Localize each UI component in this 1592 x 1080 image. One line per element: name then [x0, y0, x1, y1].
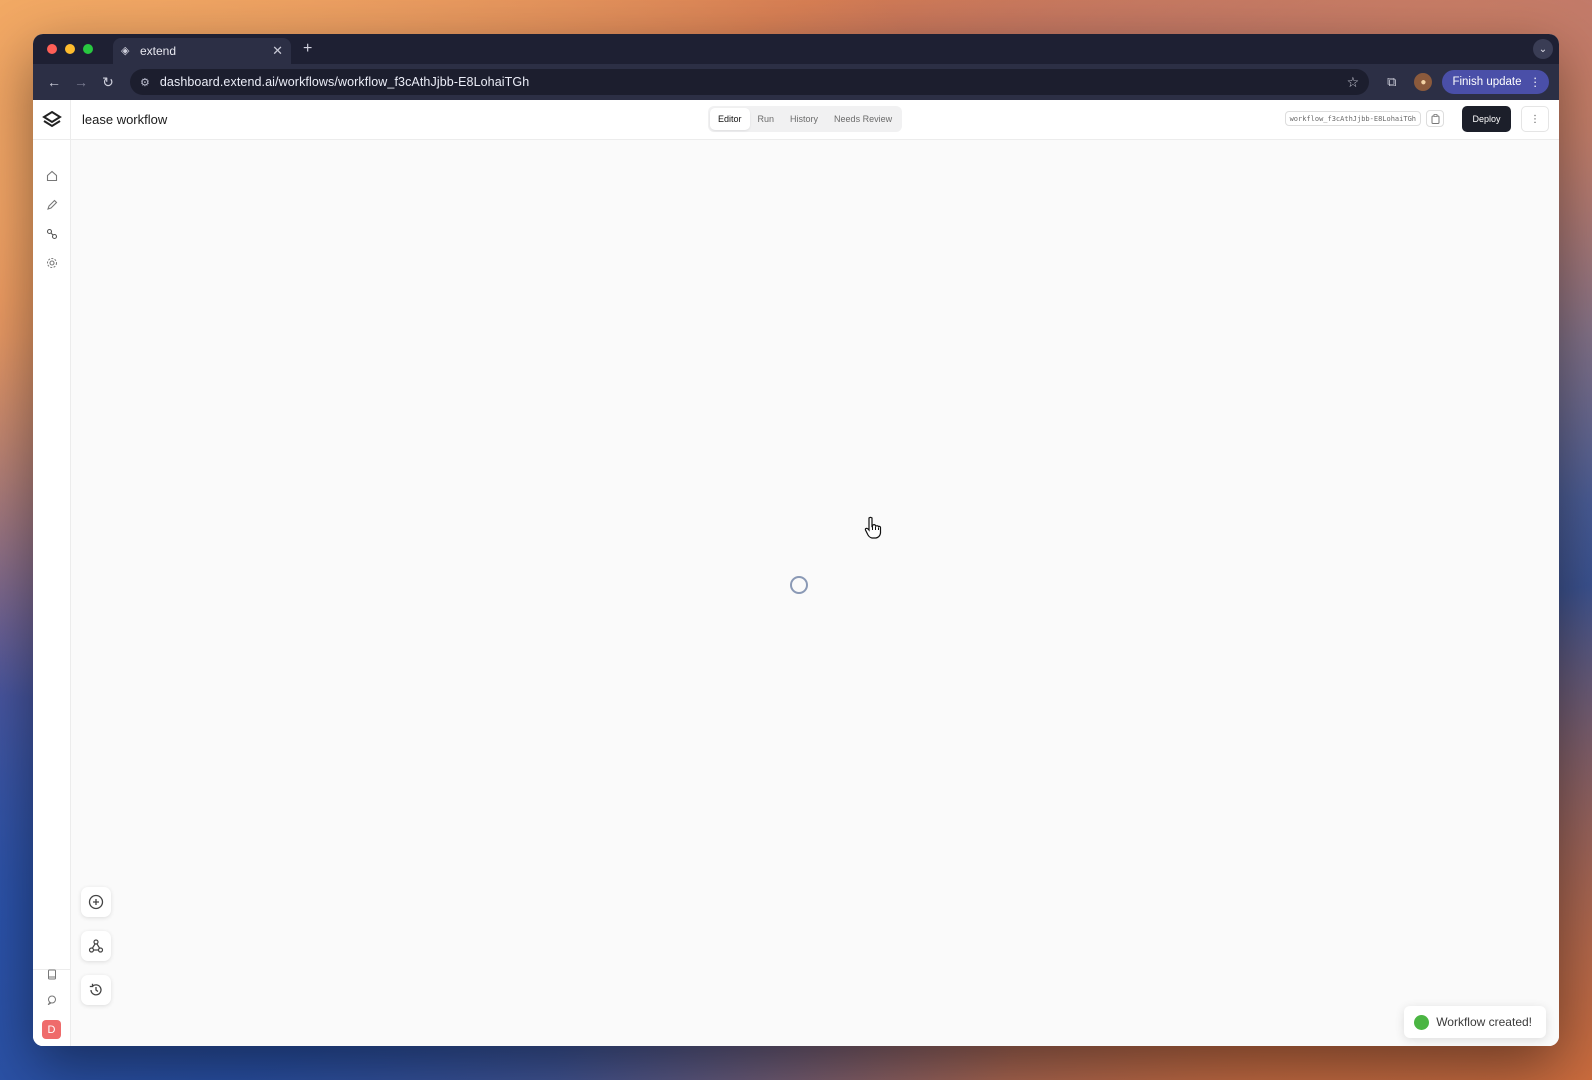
history-clock-icon	[89, 983, 102, 996]
address-bar[interactable]: ⚙ dashboard.extend.ai/workflows/workflow…	[130, 69, 1370, 95]
tab-title: extend	[140, 44, 177, 58]
workflow-id-badge[interactable]: workflow_f3cAthJjbb-E8LohaiTGh	[1284, 111, 1421, 126]
browser-toolbar: ← → ↻ ⚙ dashboard.extend.ai/workflows/wo…	[33, 64, 1559, 100]
finish-update-button[interactable]: Finish update ⋮	[1442, 70, 1549, 94]
add-node-button[interactable]	[81, 887, 111, 917]
close-window-button[interactable]	[47, 44, 57, 54]
page-title: lease workflow	[82, 112, 168, 127]
webhook-button[interactable]	[81, 931, 111, 961]
extend-logo-icon[interactable]	[41, 110, 62, 130]
hand-pointer-cursor-icon	[864, 516, 882, 539]
tab-search-chevron-icon[interactable]: ⌄	[1533, 39, 1553, 59]
browser-window: ◈ extend ✕ + ⌄ ← → ↻ ⚙ dashboard.extend.…	[33, 34, 1559, 1046]
success-check-icon	[1414, 1014, 1430, 1030]
more-options-icon[interactable]: ⋮	[1521, 106, 1549, 132]
home-icon[interactable]	[44, 168, 60, 184]
url-text[interactable]: dashboard.extend.ai/workflows/workflow_f…	[160, 75, 1347, 89]
extend-favicon-icon: ◈	[121, 45, 130, 57]
tab-editor[interactable]: Editor	[710, 108, 750, 130]
docs-book-icon[interactable]	[44, 966, 60, 982]
toast-message: Workflow created!	[1436, 1015, 1532, 1029]
site-settings-icon[interactable]: ⚙	[140, 76, 150, 89]
maximize-window-button[interactable]	[83, 44, 93, 54]
plus-circle-icon	[88, 894, 104, 910]
sidebar: D	[33, 140, 71, 1046]
loading-spinner-icon	[790, 576, 808, 594]
webhook-icon	[88, 939, 104, 953]
deploy-button[interactable]: Deploy	[1462, 106, 1511, 132]
copy-icon[interactable]	[1426, 110, 1444, 127]
app-header: lease workflow Editor Run History Needs …	[33, 99, 1559, 140]
success-toast: Workflow created!	[1404, 1006, 1546, 1038]
back-arrow-icon[interactable]: ←	[43, 74, 65, 90]
app-root: lease workflow Editor Run History Needs …	[33, 99, 1559, 1046]
kebab-menu-icon: ⋮	[1529, 77, 1542, 89]
new-tab-button[interactable]: +	[303, 40, 312, 58]
logo-cell	[33, 99, 71, 140]
reload-icon[interactable]: ↻	[97, 74, 119, 91]
workflow-canvas[interactable]: Workflow created!	[71, 140, 1559, 1046]
workflow-icon[interactable]	[44, 226, 60, 242]
tab-run[interactable]: Run	[750, 108, 783, 130]
close-tab-icon[interactable]: ✕	[272, 43, 283, 59]
view-tabs: Editor Run History Needs Review	[708, 106, 903, 132]
tab-strip: ◈ extend ✕ + ⌄	[33, 34, 1559, 64]
chat-bubble-icon[interactable]	[44, 992, 60, 1008]
tab-history[interactable]: History	[782, 108, 826, 130]
user-avatar[interactable]: D	[42, 1020, 61, 1039]
window-controls	[47, 44, 93, 54]
extensions-icon[interactable]: ⧉	[1387, 74, 1396, 90]
version-history-button[interactable]	[81, 975, 111, 1005]
finish-update-label: Finish update	[1452, 76, 1522, 88]
forward-arrow-icon[interactable]: →	[70, 74, 92, 90]
minimize-window-button[interactable]	[65, 44, 75, 54]
bookmark-star-icon[interactable]: ☆	[1347, 74, 1360, 91]
browser-tab[interactable]: ◈ extend ✕	[113, 38, 291, 64]
tab-needs-review[interactable]: Needs Review	[826, 108, 900, 130]
profile-avatar[interactable]: ●	[1414, 73, 1433, 91]
pencil-icon[interactable]	[44, 197, 60, 213]
settings-gear-icon[interactable]	[44, 255, 60, 271]
